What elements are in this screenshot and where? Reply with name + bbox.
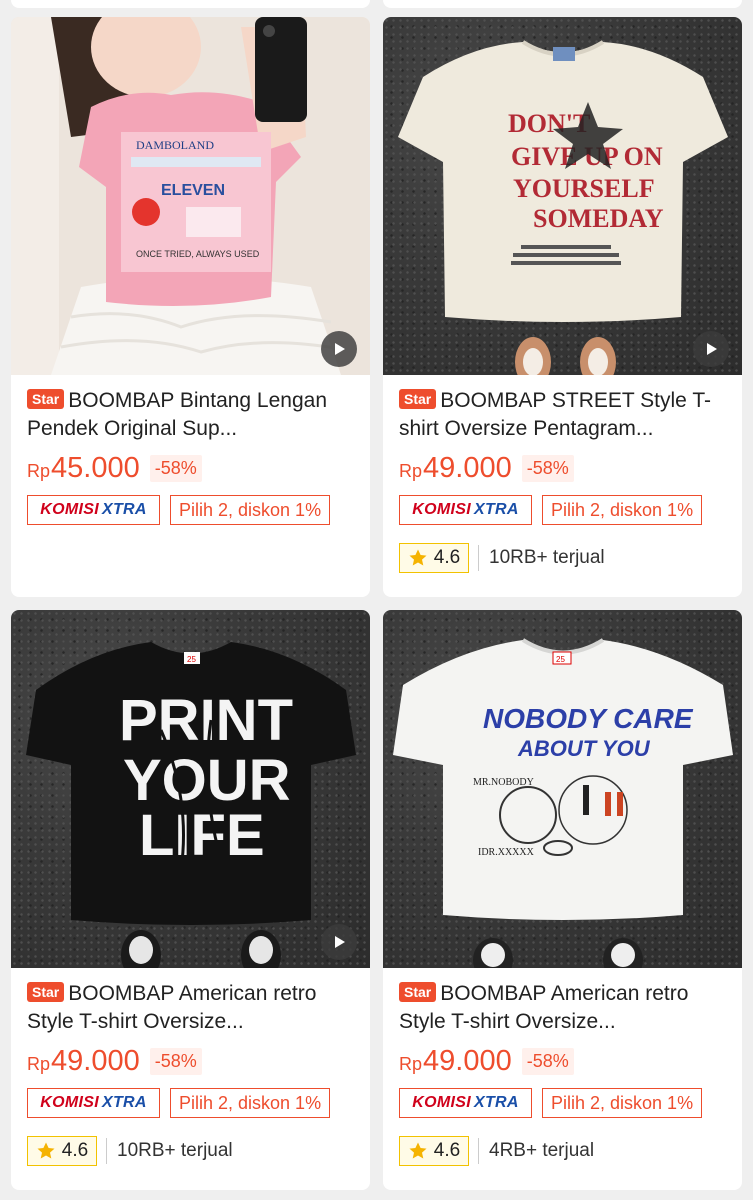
star-icon [37,1142,55,1159]
sold-count: 10RB+ terjual [117,1140,233,1161]
star-seller-badge: Star [27,982,65,1002]
promo-label: Pilih 2, diskon 1% [542,1088,703,1118]
promo-label: Pilih 2, diskon 1% [170,495,331,525]
star-icon [409,1142,427,1159]
previous-card-edge [383,0,742,8]
product-image[interactable]: DAMBOLAND ELEVEN ONCE TRIED, ALWAYS USED [11,17,370,375]
divider [106,1138,107,1164]
product-image[interactable]: 25 PRINT YOUR LIFE [11,610,370,968]
xtra-label: XTRA [473,501,519,518]
discount-badge: -58% [521,1047,574,1075]
discount-badge: -58% [521,454,574,482]
shirt-print-line: SOMEDAY [533,204,664,233]
size-tag: 25 [556,655,565,664]
discount-badge: -58% [149,1047,202,1075]
product-photo-black-tee: 25 PRINT YOUR LIFE [26,642,356,968]
svg-text:ONCE TRIED, ALWAYS USED: ONCE TRIED, ALWAYS USED [136,249,260,259]
currency-label: Rp [27,1053,51,1074]
product-title[interactable]: Star BOOMBAP Bintang Lengan Pendek Origin… [27,387,354,443]
rating-badge: 4.6 [399,1136,469,1166]
product-price: 49.000 [423,451,512,484]
komisi-xtra-label: KOMISI XTRA [399,495,532,525]
komisi-label: KOMISI [40,501,99,518]
sold-count: 4RB+ terjual [489,1140,595,1161]
product-photo-white-tee: 25 NOBODY CARE ABOUT YOU MR.NOBODY IDR.X… [393,638,733,968]
promo-label: Pilih 2, diskon 1% [542,495,703,525]
rating-value: 4.6 [433,1140,461,1161]
divider [478,1138,479,1164]
xtra-label: XTRA [101,1094,147,1111]
star-icon [409,549,427,566]
product-price: 49.000 [423,1044,512,1077]
currency-label: Rp [27,460,51,481]
product-title-text: BOOMBAP American retro Style T-shirt Ove… [399,982,689,1033]
product-price: 49.000 [51,1044,140,1077]
xtra-label: XTRA [473,1094,519,1111]
product-price: 45.000 [51,451,140,484]
komisi-label: KOMISI [412,501,471,518]
previous-card-edge [11,0,370,8]
product-title[interactable]: Star BOOMBAP STREET Style T-shirt Oversiz… [399,387,726,443]
rating-value: 4.6 [61,1140,89,1161]
product-card[interactable]: DON'T GIVE UP ON YOURSELF SOMEDAY Star BO… [383,17,742,597]
sold-count: 10RB+ terjual [489,547,605,568]
shirt-print-line: NOBODY CARE [483,703,694,734]
promo-label: Pilih 2, diskon 1% [170,1088,331,1118]
svg-text:DAMBOLAND: DAMBOLAND [136,138,214,152]
komisi-xtra-label: KOMISI XTRA [399,1088,532,1118]
currency-label: Rp [399,1053,423,1074]
product-title[interactable]: Star BOOMBAP American retro Style T-shirt… [27,980,354,1036]
product-photo-cream-tee: DON'T GIVE UP ON YOURSELF SOMEDAY [398,40,728,375]
star-seller-badge: Star [27,389,65,409]
komisi-xtra-label: KOMISI XTRA [27,495,160,525]
video-play-icon[interactable] [321,331,357,367]
komisi-label: KOMISI [40,1094,99,1111]
product-card[interactable]: 25 NOBODY CARE ABOUT YOU MR.NOBODY IDR.X… [383,610,742,1190]
product-title-text: BOOMBAP American retro Style T-shirt Ove… [27,982,317,1033]
rating-badge: 4.6 [27,1136,97,1166]
product-title-text: BOOMBAP STREET Style T-shirt Oversize Pe… [399,389,711,440]
product-photo-girl-pink-tee: DAMBOLAND ELEVEN ONCE TRIED, ALWAYS USED [11,17,370,375]
size-tag: 25 [187,655,196,664]
komisi-label: KOMISI [412,1094,471,1111]
shirt-print-line: LIFE [139,803,265,868]
rating-badge: 4.6 [399,543,469,573]
product-card[interactable]: DAMBOLAND ELEVEN ONCE TRIED, ALWAYS USED… [11,17,370,597]
shirt-print-line: PRINT [119,688,293,753]
video-play-icon[interactable] [693,331,729,367]
currency-label: Rp [399,460,423,481]
rating-value: 4.6 [433,547,461,568]
komisi-xtra-label: KOMISI XTRA [27,1088,160,1118]
divider [478,545,479,571]
shirt-print-line: ABOUT YOU [517,736,651,761]
product-title[interactable]: Star BOOMBAP American retro Style T-shirt… [399,980,726,1036]
svg-text:ELEVEN: ELEVEN [161,182,225,199]
discount-badge: -58% [149,454,202,482]
shirt-print-sub: IDR.XXXXX [478,847,535,858]
star-seller-badge: Star [399,389,437,409]
product-image[interactable]: 25 NOBODY CARE ABOUT YOU MR.NOBODY IDR.X… [383,610,742,968]
product-card[interactable]: 25 PRINT YOUR LIFE Star BOOMBAP American … [11,610,370,1190]
xtra-label: XTRA [101,501,147,518]
star-seller-badge: Star [399,982,437,1002]
shirt-print-line: YOURSELF [513,174,655,203]
product-title-text: BOOMBAP Bintang Lengan Pendek Original S… [27,389,328,440]
product-image[interactable]: DON'T GIVE UP ON YOURSELF SOMEDAY [383,17,742,375]
video-play-icon[interactable] [321,924,357,960]
